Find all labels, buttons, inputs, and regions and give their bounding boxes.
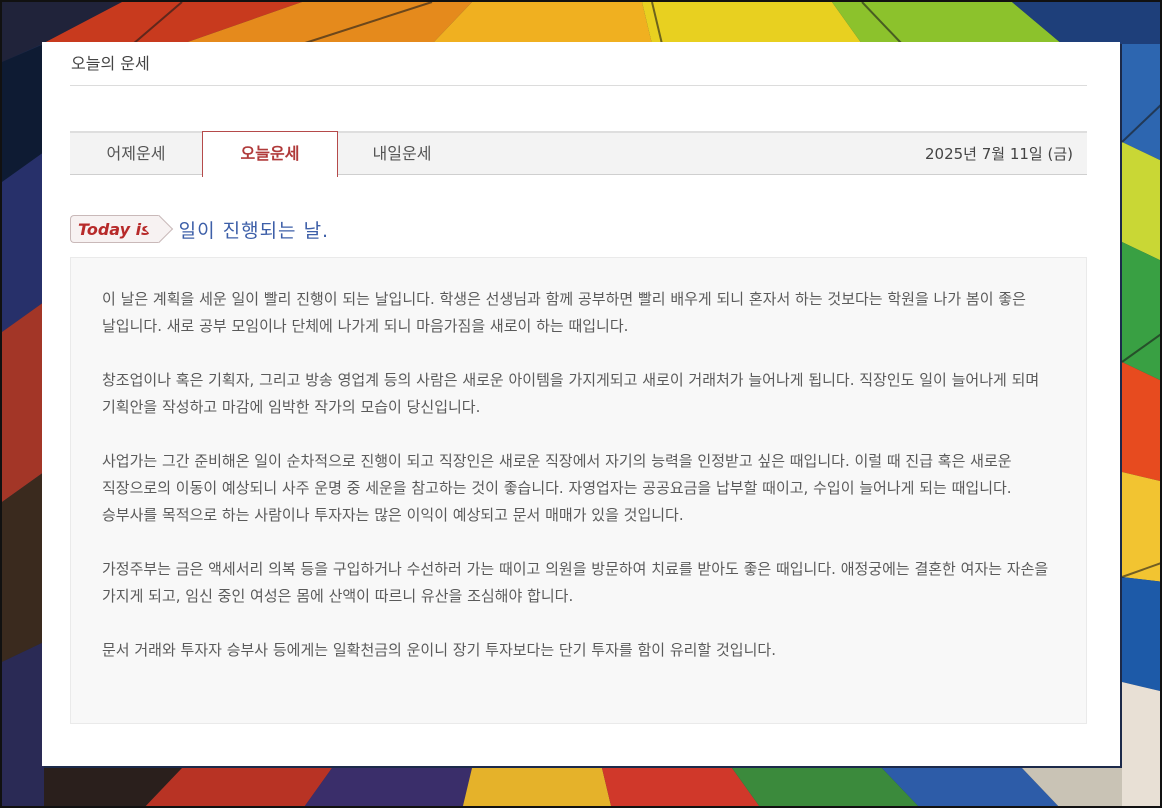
day-tab-bar: 어제운세 오늘운세 내일운세 2025년 7월 11일 (금)	[70, 131, 1087, 177]
fortune-paragraph: 이 날은 계획을 세운 일이 빨리 진행이 되는 날입니다. 학생은 선생님과 …	[102, 290, 1026, 335]
fortune-paragraph: 사업가는 그간 준비해온 일이 순차적으로 진행이 되고 직장인은 새로운 직장…	[102, 452, 1012, 524]
fortune-paragraph: 문서 거래와 투자자 승부사 등에게는 일확천금의 운이니 장기 투자보다는 단…	[102, 641, 776, 659]
tab-tomorrow[interactable]: 내일운세	[338, 133, 466, 176]
tab-today[interactable]: 오늘운세	[202, 131, 338, 177]
today-is-badge: Today is	[70, 215, 159, 243]
title-divider	[70, 85, 1087, 86]
fortune-headline: Today is 일이 진행되는 날.	[70, 213, 329, 245]
current-date: 2025년 7월 11일 (금)	[924, 145, 1073, 163]
fortune-paragraph: 창조업이나 혹은 기획자, 그리고 방송 영업계 등의 사람은 새로운 아이템을…	[102, 371, 1040, 416]
tab-yesterday[interactable]: 어제운세	[70, 133, 202, 176]
fortune-paragraph: 가정주부는 금은 액세서리 의복 등을 구입하거나 수선하러 가는 때이고 의원…	[102, 560, 1049, 605]
fortune-content: 이 날은 계획을 세운 일이 빨리 진행이 되는 날입니다. 학생은 선생님과 …	[70, 257, 1087, 724]
page-title: 오늘의 운세	[71, 54, 150, 73]
fortune-panel: 오늘의 운세 어제운세 오늘운세 내일운세 2025년 7월 11일 (금) T…	[42, 42, 1120, 766]
fortune-summary: 일이 진행되는 날.	[178, 219, 330, 242]
